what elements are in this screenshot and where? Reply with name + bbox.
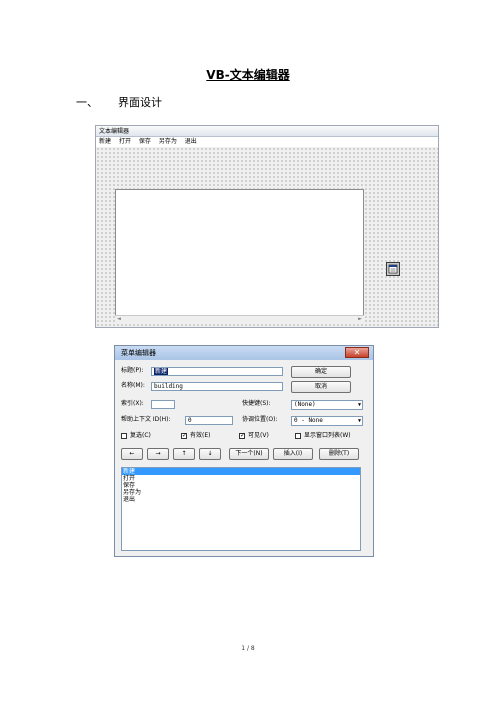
help-context-input[interactable]: 0 [185, 416, 233, 425]
window-list-checkbox[interactable] [295, 433, 301, 439]
enabled-label: 有效(E) [190, 432, 211, 439]
scroll-right-icon[interactable]: ► [358, 316, 362, 323]
list-item[interactable]: 退出 [122, 496, 360, 503]
form-design-grid: ◄ ► [96, 147, 438, 327]
chevron-down-icon[interactable]: ▼ [358, 417, 361, 425]
section-number: 一、 [76, 96, 98, 109]
arrow-right-button[interactable]: → [147, 448, 169, 460]
arrow-down-button[interactable]: ↓ [199, 448, 221, 460]
form-title-bar: 文本编辑器 [96, 126, 438, 137]
negotiate-position-label: 协调位置(O): [242, 416, 278, 423]
text-editor-textbox[interactable] [115, 189, 364, 323]
close-icon[interactable]: ✕ [345, 347, 369, 358]
chevron-down-icon[interactable]: ▼ [358, 401, 361, 409]
arrow-up-button[interactable]: ↑ [173, 448, 195, 460]
ok-button[interactable]: 确定 [291, 366, 351, 378]
index-label: 索引(X): [121, 400, 144, 407]
dialog-title-bar: 菜单编辑器 [115, 346, 373, 360]
arrow-left-button[interactable]: ← [121, 448, 143, 460]
menu-item-exit[interactable]: 退出 [185, 138, 197, 145]
section-heading: 一、 界面设计 [76, 94, 162, 110]
section-title: 界面设计 [118, 96, 162, 109]
shortcut-select[interactable]: (None) ▼ [291, 400, 363, 410]
name-input[interactable]: building [151, 382, 283, 391]
help-context-label: 帮助上下文 ID(H): [121, 416, 171, 423]
negotiate-position-select[interactable]: 0 - None ▼ [291, 416, 363, 426]
menu-editor-dialog: 菜单编辑器 ✕ 标题(P): 新建 确定 名称(M): building 取消 … [114, 345, 374, 557]
cancel-button[interactable]: 取消 [291, 381, 351, 393]
visible-label: 可见(V) [248, 432, 269, 439]
name-label: 名称(M): [121, 382, 145, 389]
checked-checkbox[interactable] [121, 433, 127, 439]
common-dialog-control-icon[interactable] [386, 262, 400, 276]
form-designer-screenshot: 文本编辑器 新建 打开 保存 另存为 退出 ◄ ► [95, 125, 439, 328]
shortcut-label: 快捷键(S): [242, 400, 271, 407]
list-item[interactable]: 保存 [122, 482, 360, 489]
negotiate-position-value: 0 - None [294, 417, 323, 424]
menu-items-list[interactable]: 新建 打开 保存 另存为 退出 [121, 467, 361, 551]
shortcut-value: (None) [294, 401, 316, 408]
caption-label: 标题(P): [121, 367, 144, 374]
checked-label: 复选(C) [130, 432, 151, 439]
enabled-checkbox[interactable]: ✓ [181, 433, 187, 439]
window-list-label: 显示窗口列表(W) [304, 432, 351, 439]
menu-item-save[interactable]: 保存 [139, 138, 151, 145]
page-number: 1 / 8 [241, 645, 255, 652]
caption-input[interactable]: 新建 [151, 367, 283, 376]
list-item[interactable]: 打开 [122, 475, 360, 482]
list-item[interactable]: 新建 [122, 468, 360, 475]
next-button[interactable]: 下一个(N) [229, 448, 269, 460]
scroll-left-icon[interactable]: ◄ [117, 316, 121, 323]
insert-button[interactable]: 插入(I) [273, 448, 313, 460]
delete-button[interactable]: 删除(T) [319, 448, 359, 460]
visible-checkbox[interactable]: ✓ [239, 433, 245, 439]
menu-item-save-as[interactable]: 另存为 [159, 138, 177, 145]
list-item[interactable]: 另存为 [122, 489, 360, 496]
textbox-horizontal-scrollbar[interactable]: ◄ ► [115, 315, 364, 323]
form-menu-bar: 新建 打开 保存 另存为 退出 [96, 137, 438, 147]
document-title: VB-文本编辑器 [206, 68, 290, 82]
index-input[interactable] [151, 400, 175, 409]
menu-item-open[interactable]: 打开 [119, 138, 131, 145]
menu-item-new[interactable]: 新建 [99, 138, 111, 145]
caption-value: 新建 [154, 368, 169, 375]
